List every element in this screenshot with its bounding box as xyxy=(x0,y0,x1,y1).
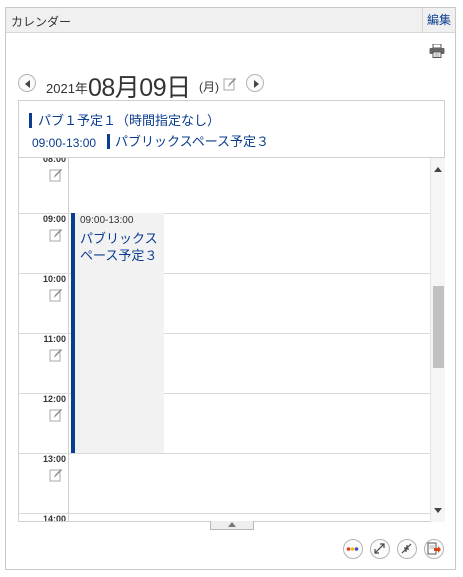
color-palette-icon xyxy=(346,547,359,551)
scroll-down-arrow-icon[interactable] xyxy=(434,508,442,514)
vertical-scrollbar[interactable] xyxy=(430,158,445,522)
hour-label: 13:00 xyxy=(42,454,66,464)
all-day-event-2-time[interactable]: 09:00-13:00 xyxy=(32,136,96,150)
hour-label: 14:00 xyxy=(42,514,66,522)
calendar-panel: カレンダー 編集 2021年 08月09日 (月) パブ１予定１（時間指定なし）… xyxy=(5,7,456,570)
hour-label: 09:00 xyxy=(42,214,66,224)
event-color-bar xyxy=(71,213,75,453)
add-event-pencil-icon[interactable] xyxy=(49,468,63,482)
collapse-up-icon xyxy=(228,522,236,527)
scrollbar-thumb[interactable] xyxy=(433,286,444,368)
add-event-pencil-icon[interactable] xyxy=(49,228,63,242)
add-event-pencil-icon[interactable] xyxy=(49,168,63,182)
add-event-pencil-icon[interactable] xyxy=(49,408,63,422)
add-event-pencil-icon[interactable] xyxy=(223,77,237,91)
export-button[interactable] xyxy=(424,539,444,559)
date-month-day: 08月09日 xyxy=(88,74,191,102)
add-event-pencil-icon[interactable] xyxy=(49,288,63,302)
hour-label: 11:00 xyxy=(43,334,66,344)
collapse-handle[interactable] xyxy=(210,521,254,530)
expand-button[interactable] xyxy=(370,539,390,559)
hour-label: 12:00 xyxy=(42,394,66,404)
date-weekday: (月) xyxy=(199,80,219,94)
date-navigation: 2021年 08月09日 (月) xyxy=(18,66,298,102)
date-year: 2021年 xyxy=(46,81,88,96)
arrow-left-icon xyxy=(25,80,30,88)
add-event-pencil-icon[interactable] xyxy=(49,348,63,362)
scroll-up-arrow-icon[interactable] xyxy=(434,166,442,172)
panel-title: カレンダー xyxy=(11,15,72,29)
next-day-button[interactable] xyxy=(246,74,264,92)
all-day-event-1[interactable]: パブ１予定１（時間指定なし） xyxy=(29,113,220,128)
hour-line xyxy=(19,513,430,514)
panel-header: カレンダー 編集 xyxy=(6,8,455,33)
all-day-event-2-title[interactable]: パブリックスペース予定３ xyxy=(107,134,269,149)
timed-event[interactable]: 09:00-13:00 パブリックスペース予定３ xyxy=(71,213,164,453)
hour-label: 08:00 xyxy=(42,158,66,164)
printer-icon[interactable] xyxy=(429,44,445,58)
hour-line xyxy=(19,453,430,454)
shrink-button[interactable] xyxy=(397,539,417,559)
day-time-grid[interactable]: 08:00 09:00 10:00 11:00 12:00 13:00 14:00 09:0… xyxy=(18,158,430,522)
edit-link[interactable]: 編集 xyxy=(422,8,455,32)
arrow-right-icon xyxy=(254,80,259,88)
hour-label: 10:00 xyxy=(42,274,66,284)
event-title: パブリックスペース予定３ xyxy=(80,231,158,263)
shrink-icon xyxy=(401,543,412,554)
export-icon xyxy=(427,542,441,555)
all-day-events: パブ１予定１（時間指定なし） 09:00-13:00 パブリックスペース予定３ xyxy=(18,100,445,158)
expand-icon xyxy=(374,543,385,554)
event-time: 09:00-13:00 xyxy=(80,215,134,226)
color-palette-button[interactable] xyxy=(343,539,363,559)
prev-day-button[interactable] xyxy=(18,74,36,92)
